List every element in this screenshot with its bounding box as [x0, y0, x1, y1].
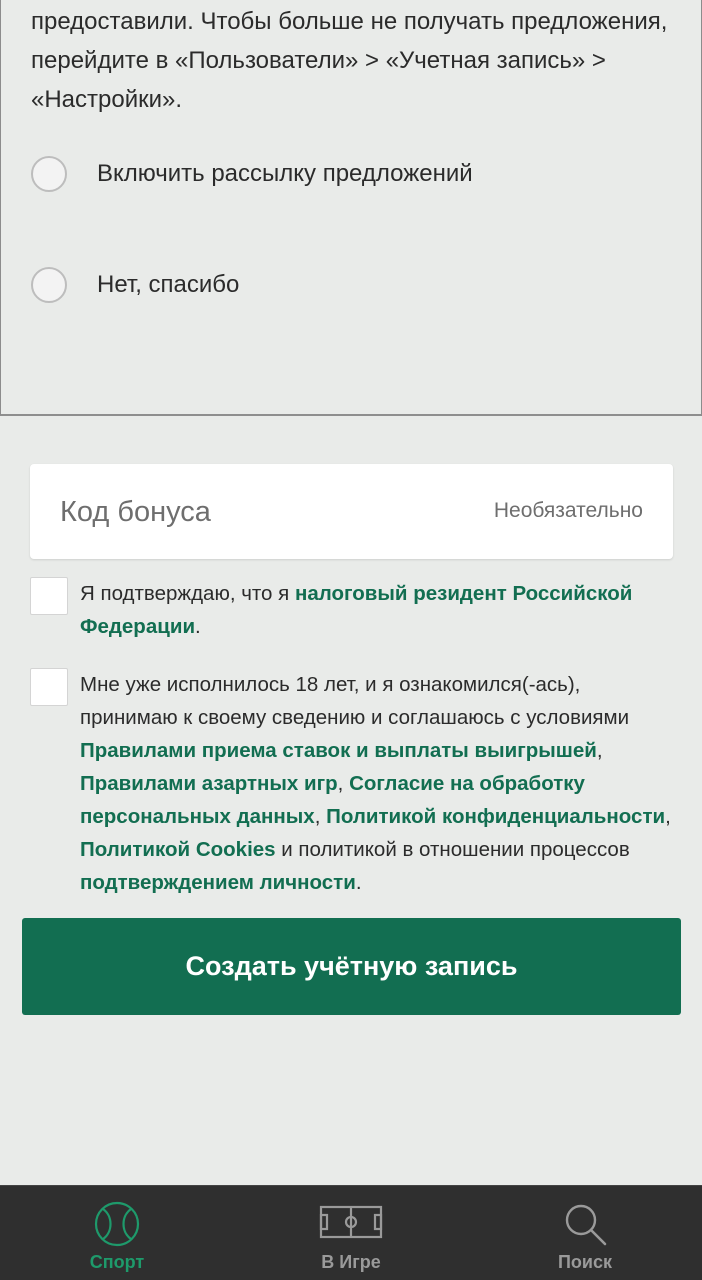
age-terms-end: . [355, 871, 362, 894]
separator: , [337, 772, 350, 795]
bonus-code-input[interactable] [60, 492, 480, 532]
betting-rules-link[interactable]: Правилами приема ставок и выплаты выигры… [80, 739, 597, 762]
age-terms-checkbox[interactable] [30, 668, 68, 706]
radio-label: Нет, спасибо [97, 271, 240, 298]
nav-item-live[interactable]: В Игре [234, 1186, 468, 1280]
identity-verification-link[interactable]: подтверждением личности [80, 871, 356, 894]
tax-resident-checkbox[interactable] [30, 577, 68, 615]
optional-label: Необязательно [493, 499, 643, 522]
radio-no-thanks[interactable]: Нет, спасибо [31, 265, 671, 305]
tax-resident-prefix: Я подтверждаю, что я [80, 582, 295, 605]
gambling-rules-link[interactable]: Правилами азартных игр [80, 772, 338, 795]
tax-resident-suffix: . [195, 615, 201, 638]
consent-description: предоставили. Чтобы больше не получать п… [31, 8, 668, 113]
radio-button[interactable] [31, 267, 67, 303]
age-terms-text: Мне уже исполнилось 18 лет, и я ознакоми… [80, 668, 675, 899]
search-icon [561, 1200, 609, 1253]
age-terms-intro: Мне уже исполнилось 18 лет, и я ознакоми… [80, 673, 630, 729]
nav-item-sport[interactable]: Спорт [0, 1186, 234, 1280]
create-account-button[interactable]: Создать учётную запись [22, 918, 681, 1015]
separator: , [596, 739, 603, 762]
cookies-policy-link[interactable]: Политикой Cookies [80, 838, 276, 861]
age-terms-middle: и политикой в отношении процессов [275, 838, 630, 861]
nav-item-search[interactable]: Поиск [468, 1186, 702, 1280]
radio-button[interactable] [31, 156, 67, 192]
separator: , [314, 805, 327, 828]
privacy-policy-link[interactable]: Политикой конфиденциальности [326, 805, 665, 828]
nav-label-live: В Игре [321, 1252, 381, 1272]
bottom-navigation: Спорт В Игре Поиск [0, 1185, 702, 1280]
radio-enable-offers[interactable]: Включить рассылку предложений [31, 154, 671, 194]
separator: , [665, 805, 671, 828]
bonus-code-field[interactable]: Необязательно [30, 464, 673, 559]
tennis-ball-icon [93, 1200, 141, 1253]
football-pitch-icon [319, 1204, 383, 1245]
marketing-consent-panel: предоставили. Чтобы больше не получать п… [0, 0, 702, 416]
tax-resident-text: Я подтверждаю, что я налоговый резидент … [80, 577, 675, 643]
nav-label-sport: Спорт [89, 1252, 145, 1272]
nav-label-search: Поиск [557, 1252, 613, 1272]
radio-label: Включить рассылку предложений [97, 160, 473, 187]
